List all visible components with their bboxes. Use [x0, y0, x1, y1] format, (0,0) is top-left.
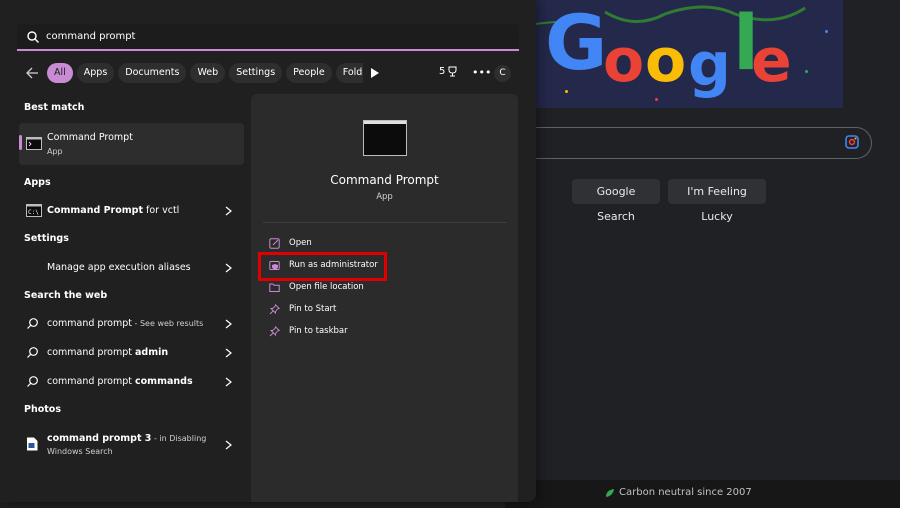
search-box[interactable] [17, 24, 519, 51]
command-prompt-large-icon [363, 120, 407, 156]
app-result[interactable]: C:\ Command Prompt for vctl [19, 196, 244, 224]
photo-result-location: Windows Search [47, 447, 113, 456]
preview-pane: Command Prompt App Open Run as administr… [251, 94, 518, 502]
filter-chip-web[interactable]: Web [190, 63, 226, 83]
action-open-file-location-label: Open file location [289, 282, 364, 292]
windows-search-panel: All Apps Documents Web Settings People F… [0, 0, 536, 502]
filter-bar: All Apps Documents Web Settings People F… [24, 62, 367, 84]
search-icon [27, 376, 38, 387]
search-icon [27, 318, 38, 329]
leaf-icon [606, 488, 614, 497]
chevron-right-icon [225, 263, 232, 273]
filter-chip-apps[interactable]: Apps [76, 63, 115, 83]
google-doodle[interactable]: G o o g l e [505, 0, 843, 108]
action-open-label: Open [289, 238, 312, 248]
google-lens-icon[interactable] [845, 135, 859, 149]
doodle-letter-e: e [751, 26, 792, 96]
chevron-right-icon [225, 348, 232, 358]
action-open-file-location[interactable]: Open file location [269, 279, 364, 295]
filter-chip-folders[interactable]: Folde [335, 63, 363, 83]
user-avatar[interactable]: C [494, 65, 511, 82]
doodle-letter-g2: g [688, 30, 731, 100]
scroll-right-icon[interactable] [371, 68, 379, 78]
best-match-subtitle: App [47, 147, 63, 156]
filter-chip-people[interactable]: People [286, 63, 332, 83]
action-pin-to-start-label: Pin to Start [289, 304, 337, 314]
command-prompt-icon: C:\ [26, 204, 42, 217]
action-pin-to-start[interactable]: Pin to Start [269, 301, 336, 317]
pin-icon [269, 303, 280, 314]
chevron-right-icon [225, 206, 232, 216]
command-prompt-icon [26, 137, 42, 150]
doodle-letter-o2: o [645, 26, 687, 96]
pin-icon [269, 325, 280, 336]
search-icon [27, 347, 38, 358]
settings-result-label: Manage app execution aliases [47, 262, 191, 273]
selection-indicator [19, 135, 22, 150]
filter-chip-documents[interactable]: Documents [118, 63, 187, 83]
doodle-letter-o1: o [603, 26, 645, 96]
web-result-label: command prompt - See web results [47, 318, 204, 329]
action-pin-to-taskbar[interactable]: Pin to taskbar [269, 323, 348, 339]
action-open[interactable]: Open [269, 235, 312, 251]
section-search-web: Search the web [24, 290, 108, 301]
section-apps: Apps [24, 177, 51, 188]
open-external-icon [269, 237, 280, 249]
app-result-label: Command Prompt for vctl [47, 205, 180, 216]
search-icon [27, 30, 39, 43]
preview-title: Command Prompt [330, 173, 439, 187]
best-match-title: Command Prompt [47, 132, 133, 143]
section-settings: Settings [24, 233, 69, 244]
web-result[interactable]: command prompt - See web results [19, 310, 244, 338]
trophy-icon [448, 66, 457, 77]
carbon-neutral-text: Carbon neutral since 2007 [619, 487, 752, 498]
chevron-right-icon [225, 440, 232, 450]
doodle-letter-g: G [545, 0, 608, 87]
photo-result[interactable]: command prompt 3 - in Disabling Windows … [19, 426, 244, 462]
search-input[interactable] [46, 31, 486, 42]
preview-divider [263, 222, 507, 223]
svg-text:C:\: C:\ [28, 209, 39, 216]
google-search-button[interactable]: Google Search [572, 179, 660, 223]
google-search-input[interactable] [505, 127, 872, 159]
feeling-lucky-button[interactable]: I'm Feeling Lucky [668, 179, 766, 223]
chevron-right-icon [225, 319, 232, 329]
action-pin-to-taskbar-label: Pin to taskbar [289, 326, 348, 336]
best-match-result[interactable]: Command Prompt App [19, 123, 244, 165]
web-result-label: command prompt commands [47, 376, 193, 387]
web-result[interactable]: command prompt commands [19, 368, 244, 396]
carbon-neutral-link[interactable]: Carbon neutral since 2007 [605, 487, 752, 498]
web-result[interactable]: command prompt admin [19, 339, 244, 367]
web-result-label: command prompt admin [47, 347, 169, 358]
more-options-icon[interactable]: ••• [472, 66, 491, 79]
highlight-box [258, 252, 387, 281]
back-arrow-icon[interactable] [24, 65, 40, 81]
rewards-count[interactable]: 5 [439, 66, 458, 77]
document-icon [27, 437, 38, 451]
preview-type: App [376, 192, 393, 202]
filter-chip-all[interactable]: All [47, 63, 73, 83]
photo-result-label: command prompt 3 - in Disabling [47, 433, 207, 444]
settings-result[interactable]: Manage app execution aliases [19, 253, 244, 281]
section-best-match: Best match [24, 102, 85, 113]
rewards-count-value: 5 [439, 66, 446, 77]
section-photos: Photos [24, 404, 61, 415]
filter-chip-settings[interactable]: Settings [229, 63, 283, 83]
folder-icon [269, 283, 280, 292]
chevron-right-icon [225, 377, 232, 387]
